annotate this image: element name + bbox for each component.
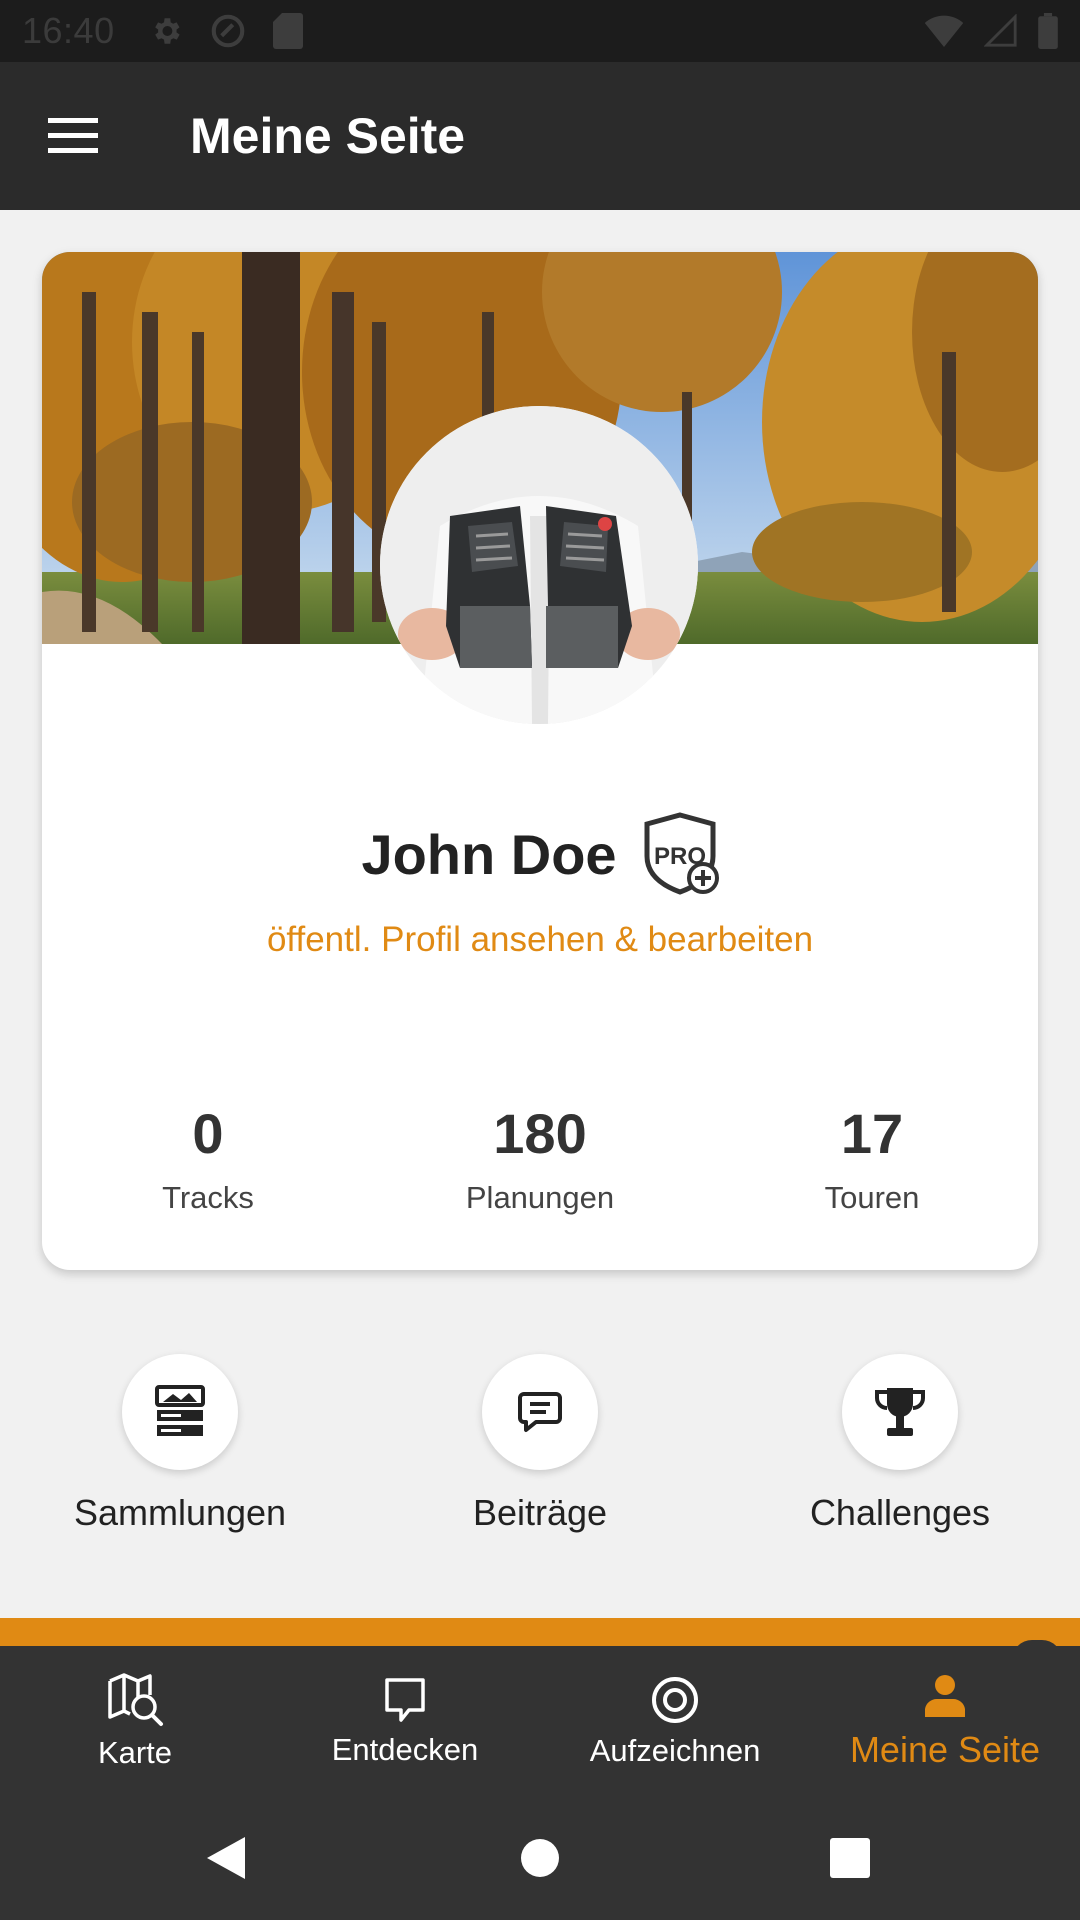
stat-label: Tracks bbox=[162, 1180, 254, 1215]
nav-label: Karte bbox=[97, 1735, 173, 1770]
collections-button[interactable]: Sammlungen bbox=[30, 1354, 330, 1534]
record-icon bbox=[652, 1677, 698, 1723]
system-recents-button[interactable] bbox=[820, 1828, 880, 1888]
pro-badge-icon: PRO bbox=[644, 812, 719, 895]
signal-icon bbox=[984, 14, 1017, 47]
action-label: Sammlungen bbox=[73, 1492, 287, 1533]
stat-label: Touren bbox=[824, 1180, 920, 1215]
action-circle bbox=[482, 1354, 598, 1470]
status-right-icons bbox=[924, 13, 1058, 49]
collections-icon bbox=[155, 1385, 205, 1436]
orange-banner-strip[interactable] bbox=[0, 1618, 1080, 1648]
person-icon bbox=[925, 1675, 965, 1717]
discover-icon bbox=[385, 1678, 425, 1722]
system-back-button[interactable] bbox=[196, 1828, 256, 1888]
posts-button[interactable]: Beiträge bbox=[390, 1354, 690, 1534]
profile-card: John Doe PRO öffentl. Profil ansehen & b… bbox=[42, 252, 1038, 1270]
stats-row: 0 Tracks 180 Planungen 17 Touren bbox=[42, 1102, 1038, 1222]
stat-planungen[interactable]: 180 Planungen bbox=[390, 1102, 690, 1216]
status-bar: 16:40 bbox=[0, 0, 1080, 62]
nav-label: Entdecken bbox=[331, 1732, 479, 1767]
avatar-hiking-boots-image bbox=[380, 406, 698, 724]
challenges-button[interactable]: Challenges bbox=[750, 1354, 1050, 1534]
system-home-button[interactable] bbox=[510, 1828, 570, 1888]
system-navigation-bar bbox=[0, 1798, 1080, 1920]
action-label: Challenges bbox=[809, 1492, 991, 1533]
nav-item-entdecken[interactable]: Entdecken bbox=[270, 1646, 540, 1798]
trophy-icon bbox=[875, 1388, 925, 1436]
app-bar: Meine Seite bbox=[0, 62, 1080, 210]
nav-label: Aufzeichnen bbox=[589, 1733, 761, 1768]
stat-value: 180 bbox=[493, 1102, 587, 1165]
nav-item-meine-seite[interactable]: Meine Seite bbox=[810, 1646, 1080, 1798]
nav-label: Meine Seite bbox=[849, 1729, 1041, 1770]
user-name: John Doe bbox=[361, 822, 617, 886]
menu-button[interactable] bbox=[36, 99, 110, 173]
action-circle bbox=[842, 1354, 958, 1470]
avatar[interactable] bbox=[380, 406, 698, 724]
status-time: 16:40 bbox=[22, 10, 115, 51]
profile-link[interactable]: öffentl. Profil ansehen & bearbeiten bbox=[42, 920, 1038, 960]
action-circle bbox=[122, 1354, 238, 1470]
recents-square-icon bbox=[830, 1838, 870, 1878]
quick-actions: Sammlungen Beiträge Challenges bbox=[0, 1354, 1080, 1534]
map-search-icon bbox=[108, 1673, 163, 1726]
sync-icon bbox=[211, 14, 244, 48]
comment-icon bbox=[518, 1392, 562, 1432]
nav-item-karte[interactable]: Karte bbox=[0, 1646, 270, 1798]
sd-card-icon bbox=[272, 13, 303, 49]
back-triangle-icon bbox=[207, 1837, 245, 1879]
status-left-icons bbox=[149, 12, 303, 50]
nav-item-aufzeichnen[interactable]: Aufzeichnen bbox=[540, 1646, 810, 1798]
bottom-navigation: Karte Entdecken Aufzeichnen Meine Seite bbox=[0, 1646, 1080, 1798]
page-title: Meine Seite bbox=[190, 108, 466, 164]
stat-label: Planungen bbox=[465, 1180, 615, 1215]
stat-value: 0 bbox=[192, 1102, 224, 1165]
stat-tracks[interactable]: 0 Tracks bbox=[58, 1102, 358, 1216]
battery-icon bbox=[1038, 13, 1058, 49]
hamburger-menu-icon bbox=[48, 118, 98, 153]
stat-value: 17 bbox=[840, 1102, 904, 1165]
home-circle-icon bbox=[521, 1839, 559, 1877]
name-row: John Doe PRO bbox=[42, 812, 1038, 896]
wifi-icon bbox=[924, 15, 964, 47]
action-label: Beiträge bbox=[472, 1492, 608, 1533]
gear-icon bbox=[154, 18, 180, 44]
stat-touren[interactable]: 17 Touren bbox=[722, 1102, 1022, 1216]
